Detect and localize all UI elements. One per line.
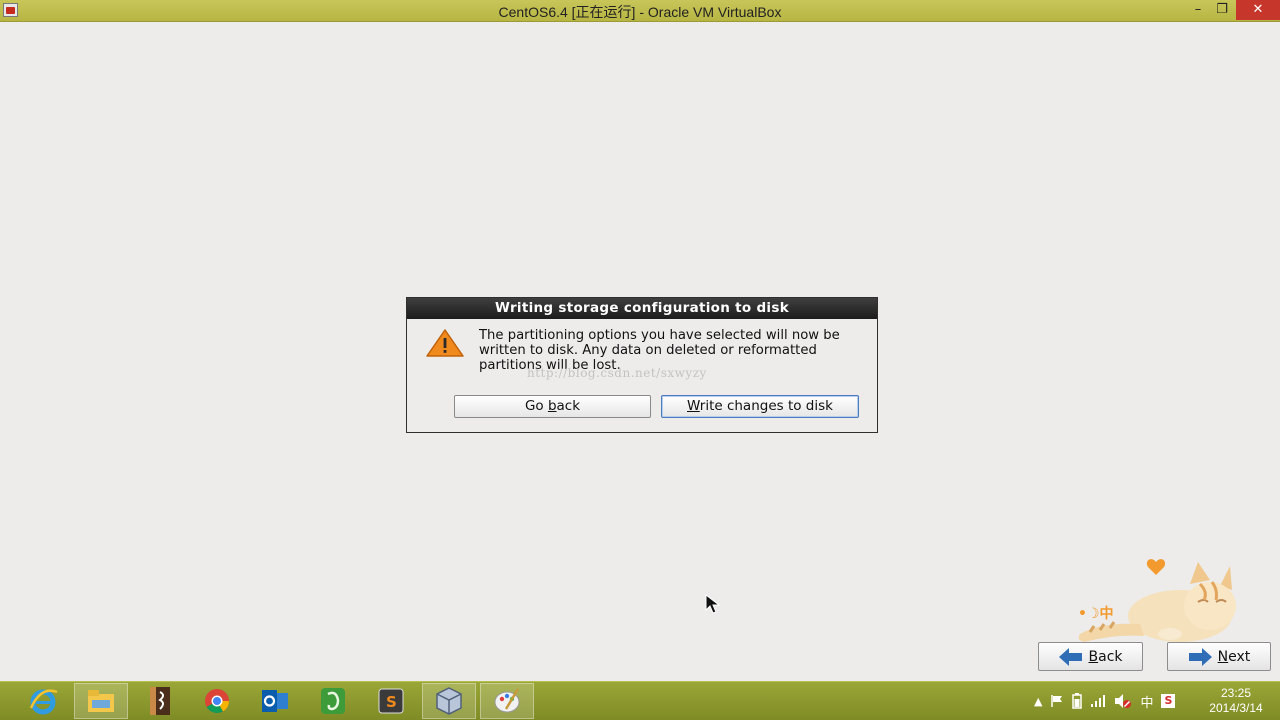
arrow-left-icon xyxy=(1058,647,1082,666)
virtualbox-icon[interactable] xyxy=(422,683,476,719)
ie-icon[interactable] xyxy=(16,683,70,719)
cat-mascot-icon: •☽中 xyxy=(1078,559,1236,642)
go-back-button[interactable]: Go back xyxy=(454,395,651,418)
chevron-up-icon[interactable]: ▲ xyxy=(1034,695,1042,708)
chrome-icon[interactable] xyxy=(190,683,244,719)
window-title-bar: CentOS6.4 [正在运行] - Oracle VM VirtualBox … xyxy=(0,0,1280,22)
svg-text:•☽中: •☽中 xyxy=(1078,605,1114,622)
mouse-cursor-icon xyxy=(705,594,721,614)
battery-icon[interactable] xyxy=(1072,693,1083,709)
windows-taskbar: S ▲ 中 S 23:25 2014/3/14 xyxy=(0,681,1280,720)
evernote-icon[interactable] xyxy=(306,683,360,719)
restore-button[interactable]: ❐ xyxy=(1208,0,1236,20)
svg-text:S: S xyxy=(386,693,397,711)
notebook-icon[interactable] xyxy=(132,683,186,719)
guest-screen: Writing storage configuration to disk Th… xyxy=(0,22,1280,681)
back-button[interactable]: Back xyxy=(1038,642,1143,671)
write-changes-button[interactable]: Write changes to disk xyxy=(661,395,859,418)
paint-icon[interactable] xyxy=(480,683,534,719)
clock-time: 23:25 xyxy=(1220,686,1252,700)
system-tray: ▲ 中 S xyxy=(1030,682,1179,720)
dialog-title: Writing storage configuration to disk xyxy=(407,298,877,319)
outlook-icon[interactable] xyxy=(248,683,302,719)
ime-indicator[interactable]: 中 xyxy=(1140,692,1153,711)
clock-date: 2014/3/14 xyxy=(1209,701,1263,715)
arrow-right-icon xyxy=(1188,647,1212,666)
volume-muted-icon[interactable] xyxy=(1114,693,1132,709)
file-explorer-icon[interactable] xyxy=(74,683,128,719)
sogou-icon[interactable]: S xyxy=(1161,694,1176,708)
next-button[interactable]: Next xyxy=(1167,642,1271,671)
watermark-text: http://blog.csdn.net/sxwyzy xyxy=(527,366,707,380)
storage-config-dialog: Writing storage configuration to disk Th… xyxy=(406,297,878,433)
window-title: CentOS6.4 [正在运行] - Oracle VM VirtualBox xyxy=(498,4,782,20)
flag-icon[interactable] xyxy=(1050,694,1064,708)
warning-icon xyxy=(426,329,464,357)
close-button[interactable]: ✕ xyxy=(1236,0,1280,20)
signal-icon[interactable] xyxy=(1090,694,1106,708)
clock[interactable]: 23:25 2014/3/14 xyxy=(1196,686,1276,716)
sublime-icon[interactable]: S xyxy=(364,683,418,719)
